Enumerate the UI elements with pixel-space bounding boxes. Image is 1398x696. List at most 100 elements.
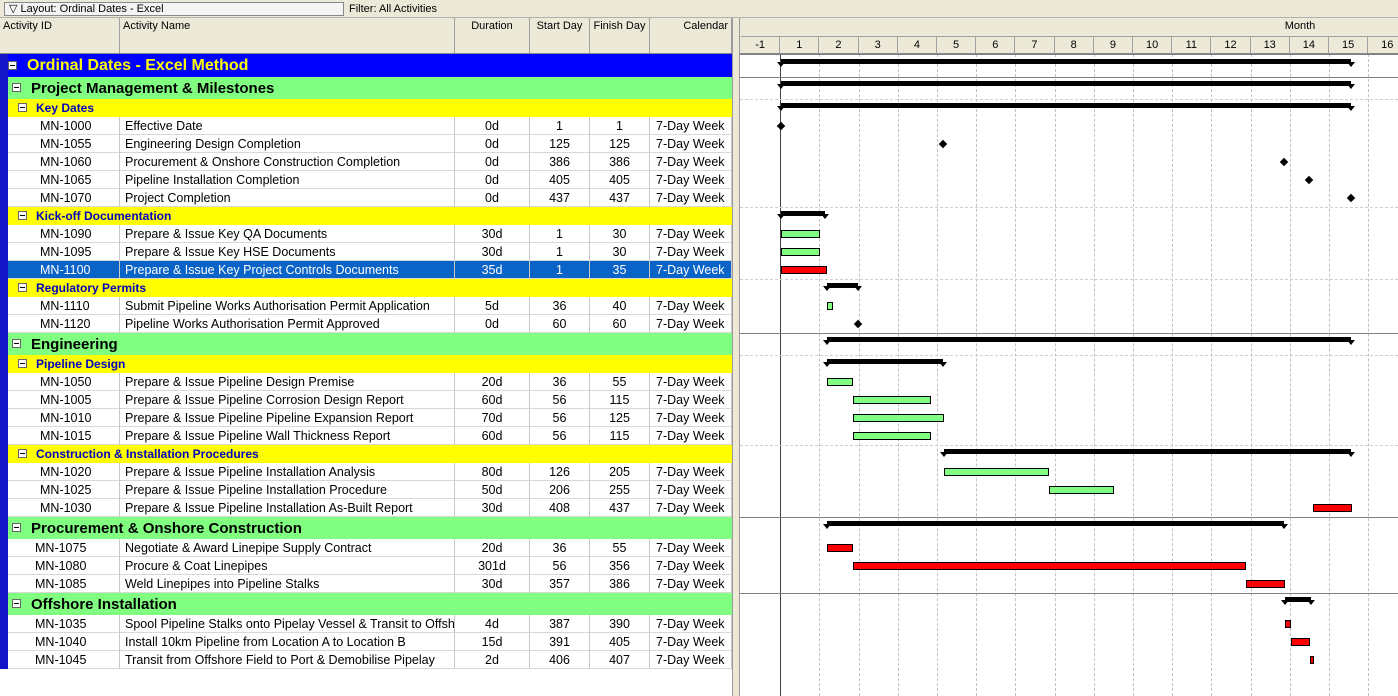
table-row[interactable]: MN-1110 Submit Pipeline Works Authorisati… bbox=[0, 297, 732, 315]
collapse-toggle-icon[interactable] bbox=[18, 211, 27, 220]
milestone-diamond[interactable] bbox=[1304, 175, 1314, 185]
table-row[interactable]: MN-1075 Negotiate & Award Linepipe Supply… bbox=[0, 539, 732, 557]
table-row[interactable]: MN-1120 Pipeline Works Authorisation Perm… bbox=[0, 315, 732, 333]
table-row[interactable]: MN-1065 Pipeline Installation Completion 0… bbox=[0, 171, 732, 189]
activity-id: MN-1100 bbox=[18, 261, 120, 279]
table-row[interactable]: MN-1000 Effective Date 0d 1 1 7-Day Week bbox=[0, 117, 732, 135]
collapse-toggle-icon[interactable] bbox=[12, 523, 21, 532]
table-row[interactable]: MN-1070 Project Completion 0d 437 437 7-Day W… bbox=[0, 189, 732, 207]
summary-bar[interactable] bbox=[822, 337, 1355, 345]
wbs-row[interactable]: Offshore Installation bbox=[0, 593, 732, 615]
critical-activity-bar[interactable] bbox=[781, 266, 827, 274]
activity-name: Procurement & Onshore Construction Compl… bbox=[120, 153, 455, 171]
summary-bar[interactable] bbox=[777, 103, 1355, 111]
activity-bar[interactable] bbox=[781, 230, 821, 238]
table-row[interactable]: MN-1085 Weld Linepipes into Pipeline Stal… bbox=[0, 575, 732, 593]
splitter-handle[interactable] bbox=[732, 18, 740, 696]
wbs-row[interactable]: Project Management & Milestones bbox=[0, 77, 732, 99]
activity-bar[interactable] bbox=[826, 378, 853, 386]
table-row[interactable]: MN-1010 Prepare & Issue Pipeline Pipeline… bbox=[0, 409, 732, 427]
finish-day: 115 bbox=[590, 427, 650, 445]
calendar: 7-Day Week bbox=[650, 539, 732, 557]
summary-bar[interactable] bbox=[777, 81, 1355, 89]
table-row[interactable]: MN-1060 Procurement & Onshore Constructio… bbox=[0, 153, 732, 171]
table-row[interactable]: MN-1040 Install 10km Pipeline from Locati… bbox=[0, 633, 732, 651]
calendar: 7-Day Week bbox=[650, 481, 732, 499]
table-row[interactable]: MN-1050 Prepare & Issue Pipeline Design P… bbox=[0, 373, 732, 391]
milestone-diamond[interactable] bbox=[853, 319, 863, 329]
calendar: 7-Day Week bbox=[650, 171, 732, 189]
collapse-toggle-icon[interactable] bbox=[18, 449, 27, 458]
table-row[interactable]: MN-1095 Prepare & Issue Key HSE Documents… bbox=[0, 243, 732, 261]
table-row[interactable]: MN-1030 Prepare & Issue Pipeline Installa… bbox=[0, 499, 732, 517]
activity-bar[interactable] bbox=[1048, 486, 1115, 494]
wbs-row[interactable]: Kick-off Documentation bbox=[0, 207, 732, 225]
summary-bar[interactable] bbox=[777, 59, 1355, 67]
col-calendar[interactable]: Calendar bbox=[650, 18, 732, 53]
table-row[interactable]: MN-1090 Prepare & Issue Key QA Documents 3… bbox=[0, 225, 732, 243]
critical-activity-bar[interactable] bbox=[1285, 620, 1291, 628]
activity-bar[interactable] bbox=[852, 414, 945, 422]
collapse-toggle-icon[interactable] bbox=[18, 359, 27, 368]
summary-bar[interactable] bbox=[940, 449, 1356, 457]
col-start-day[interactable]: Start Day bbox=[530, 18, 590, 53]
critical-activity-bar[interactable] bbox=[1246, 580, 1286, 588]
timescale-tick: 16 bbox=[1368, 36, 1398, 53]
wbs-row[interactable]: Pipeline Design bbox=[0, 355, 732, 373]
table-row[interactable]: MN-1005 Prepare & Issue Pipeline Corrosio… bbox=[0, 391, 732, 409]
filter-label[interactable]: Filter: All Activities bbox=[349, 3, 437, 15]
critical-activity-bar[interactable] bbox=[1312, 504, 1352, 512]
wbs-row[interactable]: Key Dates bbox=[0, 99, 732, 117]
activity-name: Prepare & Issue Pipeline Installation As… bbox=[120, 499, 455, 517]
col-activity-id[interactable]: Activity ID bbox=[0, 18, 120, 53]
activity-id: MN-1080 bbox=[18, 557, 120, 575]
summary-bar[interactable] bbox=[822, 283, 863, 291]
collapse-toggle-icon[interactable] bbox=[18, 103, 27, 112]
activity-bar[interactable] bbox=[852, 432, 932, 440]
table-row[interactable]: MN-1020 Prepare & Issue Pipeline Installa… bbox=[0, 463, 732, 481]
table-row[interactable]: MN-1055 Engineering Design Completion 0d 12… bbox=[0, 135, 732, 153]
summary-bar[interactable] bbox=[776, 211, 830, 219]
wbs-row[interactable]: Procurement & Onshore Construction bbox=[0, 517, 732, 539]
wbs-row[interactable]: Construction & Installation Procedures bbox=[0, 445, 732, 463]
table-row[interactable]: MN-1015 Prepare & Issue Pipeline Wall Thi… bbox=[0, 427, 732, 445]
summary-bar[interactable] bbox=[1281, 597, 1316, 605]
activity-bar[interactable] bbox=[944, 468, 1049, 476]
milestone-diamond[interactable] bbox=[1346, 193, 1355, 203]
duration: 15d bbox=[455, 633, 530, 651]
wbs-row[interactable]: Engineering bbox=[0, 333, 732, 355]
col-activity-name[interactable]: Activity Name bbox=[120, 18, 455, 53]
wbs-row[interactable]: Regulatory Permits bbox=[0, 279, 732, 297]
table-row[interactable]: MN-1100 Prepare & Issue Key Project Contr… bbox=[0, 261, 732, 279]
table-row[interactable]: MN-1045 Transit from Offshore Field to Po… bbox=[0, 651, 732, 669]
activity-bar[interactable] bbox=[781, 248, 821, 256]
summary-bar[interactable] bbox=[822, 359, 948, 367]
activity-bar[interactable] bbox=[826, 302, 834, 310]
milestone-diamond[interactable] bbox=[1279, 157, 1289, 167]
layout-selector[interactable]: ▽ Layout: Ordinal Dates - Excel bbox=[4, 2, 344, 16]
summary-bar[interactable] bbox=[822, 521, 1289, 529]
critical-activity-bar[interactable] bbox=[1310, 656, 1315, 664]
milestone-diamond[interactable] bbox=[776, 121, 786, 131]
duration: 30d bbox=[455, 575, 530, 593]
duration: 301d bbox=[455, 557, 530, 575]
collapse-toggle-icon[interactable] bbox=[12, 83, 21, 92]
table-row[interactable]: MN-1080 Procure & Coat Linepipes 301d 56 356… bbox=[0, 557, 732, 575]
collapse-toggle-icon[interactable] bbox=[8, 60, 17, 70]
collapse-toggle-icon[interactable] bbox=[12, 339, 21, 348]
table-row[interactable]: MN-1025 Prepare & Issue Pipeline Installa… bbox=[0, 481, 732, 499]
activity-id: MN-1075 bbox=[18, 539, 120, 557]
collapse-toggle-icon[interactable] bbox=[18, 283, 27, 292]
critical-activity-bar[interactable] bbox=[852, 562, 1247, 570]
wbs-row[interactable]: Ordinal Dates - Excel Method bbox=[0, 54, 732, 77]
activity-bar[interactable] bbox=[852, 396, 932, 404]
critical-activity-bar[interactable] bbox=[826, 544, 853, 552]
critical-activity-bar[interactable] bbox=[1290, 638, 1311, 646]
col-finish-day[interactable]: Finish Day bbox=[590, 18, 650, 53]
collapse-toggle-icon[interactable] bbox=[12, 599, 21, 608]
table-row[interactable]: MN-1035 Spool Pipeline Stalks onto Pipela… bbox=[0, 615, 732, 633]
milestone-diamond[interactable] bbox=[938, 139, 948, 149]
calendar: 7-Day Week bbox=[650, 557, 732, 575]
activity-id: MN-1050 bbox=[18, 373, 120, 391]
col-duration[interactable]: Duration bbox=[455, 18, 530, 53]
